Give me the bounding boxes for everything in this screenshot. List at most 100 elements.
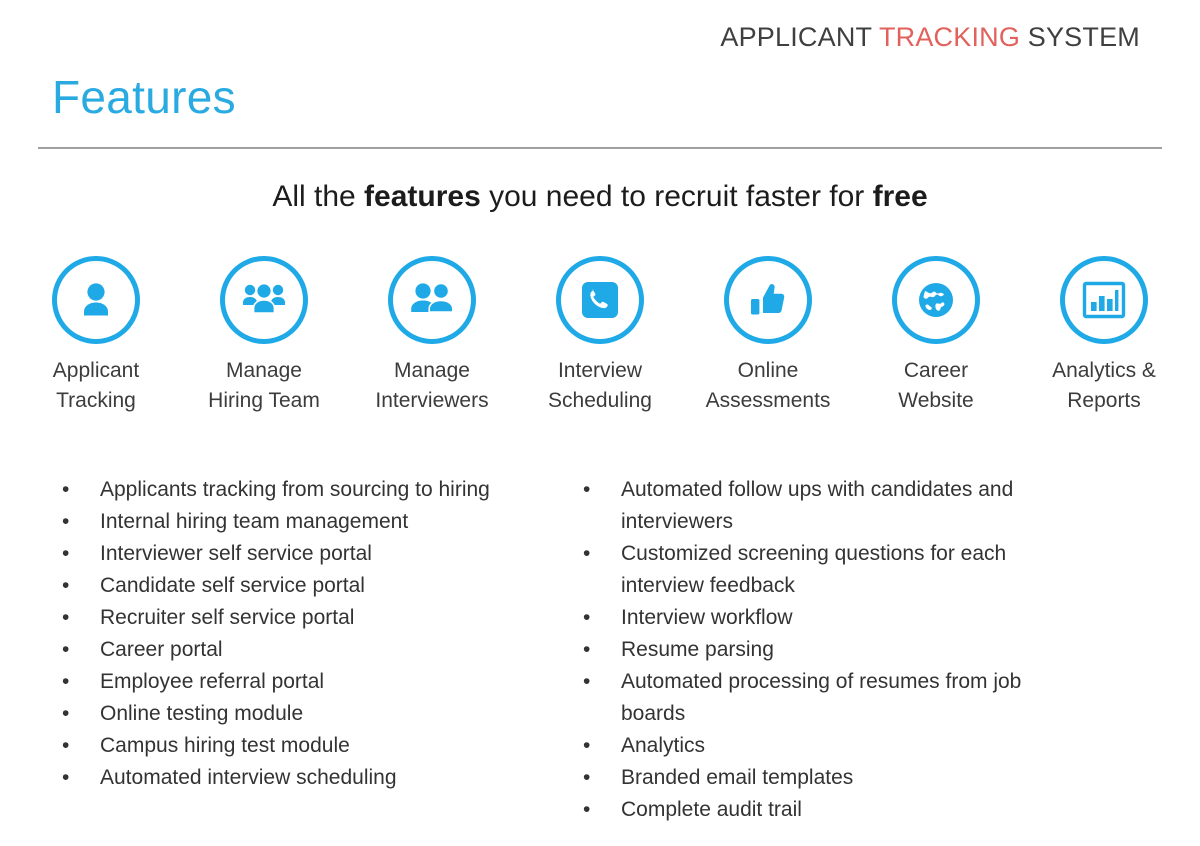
bullet-column-right: • Automated follow ups with candidates an… xyxy=(575,474,1200,826)
feature-item-interview-scheduling[interactable]: Interview Scheduling xyxy=(526,256,674,416)
list-item-text: Automated interview scheduling xyxy=(100,766,397,789)
feature-label-line1: Online xyxy=(737,359,799,382)
bar-chart-icon xyxy=(1082,280,1126,320)
list-item: • Resume parsing xyxy=(583,634,1200,666)
feature-item-career-website[interactable]: Career Website xyxy=(862,256,1010,416)
list-item-text: Candidate self service portal xyxy=(100,574,365,597)
feature-label: Applicant Tracking xyxy=(53,356,139,416)
bullet-marker-icon: • xyxy=(62,638,70,661)
list-item-text: Recruiter self service portal xyxy=(100,606,355,629)
subtitle: All the features you need to recruit fas… xyxy=(0,180,1200,214)
list-item-text: Applicants tracking from sourcing to hir… xyxy=(100,478,490,501)
list-item: • Interviewer self service portal xyxy=(62,538,575,570)
feature-item-online-assessments[interactable]: Online Assessments xyxy=(694,256,842,416)
slide-root: { "brand": { "word1": "APPLICANT", "word… xyxy=(0,0,1200,846)
title-divider xyxy=(38,147,1162,149)
subtitle-part-2: you need to recruit faster for xyxy=(480,180,873,213)
feature-label-line1: Manage xyxy=(226,359,302,382)
list-item: • Career portal xyxy=(62,634,575,666)
list-item: • Automated processing of resumes from jo… xyxy=(583,666,1200,730)
globe-icon xyxy=(915,279,957,321)
list-item-text: Branded email templates xyxy=(621,766,854,789)
list-item-text: Interview workflow xyxy=(621,606,793,629)
list-item-text: Complete audit trail xyxy=(621,798,802,821)
brand-header: APPLICANT TRACKING SYSTEM xyxy=(720,22,1140,53)
thumbs-up-icon xyxy=(746,278,790,322)
brand-word-tracking: TRACKING xyxy=(878,22,1021,52)
feature-item-analytics-reports[interactable]: Analytics & Reports xyxy=(1030,256,1178,416)
list-item-text: Campus hiring test module xyxy=(100,734,350,757)
bullet-marker-icon: • xyxy=(583,798,591,821)
bullet-list-right: • Automated follow ups with candidates an… xyxy=(583,474,1200,826)
two-people-icon xyxy=(406,278,458,322)
subtitle-bold-free: free xyxy=(872,180,928,213)
phone-handset-icon xyxy=(579,279,621,321)
feature-label-line2: Assessments xyxy=(705,388,831,412)
list-item: • Campus hiring test module xyxy=(62,730,575,762)
feature-icon-circle xyxy=(892,256,980,344)
bullet-column-left: • Applicants tracking from sourcing to hi… xyxy=(0,474,575,826)
list-item-text: Career portal xyxy=(100,638,223,661)
list-item: • Customized screening questions for each… xyxy=(583,538,1200,602)
list-item-text: Customized screening questions for each … xyxy=(621,542,1007,597)
list-item-text: Internal hiring team management xyxy=(100,510,409,533)
feature-item-manage-hiring-team[interactable]: Manage Hiring Team xyxy=(190,256,338,416)
feature-label-line1: Interview xyxy=(557,359,642,382)
bullet-marker-icon: • xyxy=(583,734,591,757)
bullet-marker-icon: • xyxy=(583,542,591,565)
brand-word-system: SYSTEM xyxy=(1027,22,1140,52)
bullet-marker-icon: • xyxy=(583,766,591,789)
feature-label-line1: Manage xyxy=(394,359,470,382)
list-item-text: Interviewer self service portal xyxy=(100,542,372,565)
bullet-marker-icon: • xyxy=(583,670,591,693)
subtitle-part-1: All the xyxy=(272,180,365,213)
list-item: • Complete audit trail xyxy=(583,794,1200,826)
bullet-marker-icon: • xyxy=(583,478,591,501)
feature-icon-circle xyxy=(388,256,476,344)
feature-icon-circle xyxy=(1060,256,1148,344)
feature-label: Interview Scheduling xyxy=(548,356,652,416)
list-item: • Internal hiring team management xyxy=(62,506,575,538)
list-item: • Analytics xyxy=(583,730,1200,762)
feature-label-line1: Applicant xyxy=(52,359,140,382)
people-group-icon xyxy=(239,277,289,323)
feature-label-line2: Scheduling xyxy=(548,388,652,412)
feature-icon-circle xyxy=(724,256,812,344)
single-person-icon xyxy=(73,277,119,323)
page-title: Features xyxy=(52,71,236,123)
feature-label: Career Website xyxy=(898,356,973,416)
list-item: • Employee referral portal xyxy=(62,666,575,698)
bullet-marker-icon: • xyxy=(62,542,70,565)
feature-item-manage-interviewers[interactable]: Manage Interviewers xyxy=(358,256,506,416)
list-item-text: Resume parsing xyxy=(621,638,774,661)
feature-label-line2: Reports xyxy=(1067,388,1141,412)
list-item-text: Online testing module xyxy=(100,702,304,725)
bullet-marker-icon: • xyxy=(62,574,70,597)
brand-word-applicant: APPLICANT xyxy=(720,22,872,52)
feature-label-line2: Hiring Team xyxy=(208,388,320,412)
feature-label: Manage Interviewers xyxy=(375,356,488,416)
bullet-marker-icon: • xyxy=(62,670,70,693)
bullet-marker-icon: • xyxy=(583,606,591,629)
list-item-text: Analytics xyxy=(621,734,706,757)
feature-item-applicant-tracking[interactable]: Applicant Tracking xyxy=(22,256,170,416)
list-item: • Candidate self service portal xyxy=(62,570,575,602)
list-item: • Applicants tracking from sourcing to hi… xyxy=(62,474,575,506)
subtitle-bold-features: features xyxy=(364,180,481,213)
bullet-marker-icon: • xyxy=(62,734,70,757)
list-item: • Automated follow ups with candidates an… xyxy=(583,474,1200,538)
list-item: • Online testing module xyxy=(62,698,575,730)
list-item: • Interview workflow xyxy=(583,602,1200,634)
list-item-text: Automated processing of resumes from job… xyxy=(621,670,1022,725)
feature-bullet-columns: • Applicants tracking from sourcing to hi… xyxy=(0,474,1200,826)
feature-label: Online Assessments xyxy=(706,356,831,416)
feature-label-line1: Career xyxy=(903,359,969,382)
feature-label: Analytics & Reports xyxy=(1052,356,1156,416)
bullet-marker-icon: • xyxy=(62,606,70,629)
list-item-text: Employee referral portal xyxy=(100,670,325,693)
feature-icon-circle xyxy=(220,256,308,344)
feature-label-line2: Website xyxy=(898,388,974,412)
bullet-marker-icon: • xyxy=(62,510,70,533)
feature-label-line1: Analytics & xyxy=(1052,359,1156,382)
list-item: • Automated interview scheduling xyxy=(62,762,575,794)
